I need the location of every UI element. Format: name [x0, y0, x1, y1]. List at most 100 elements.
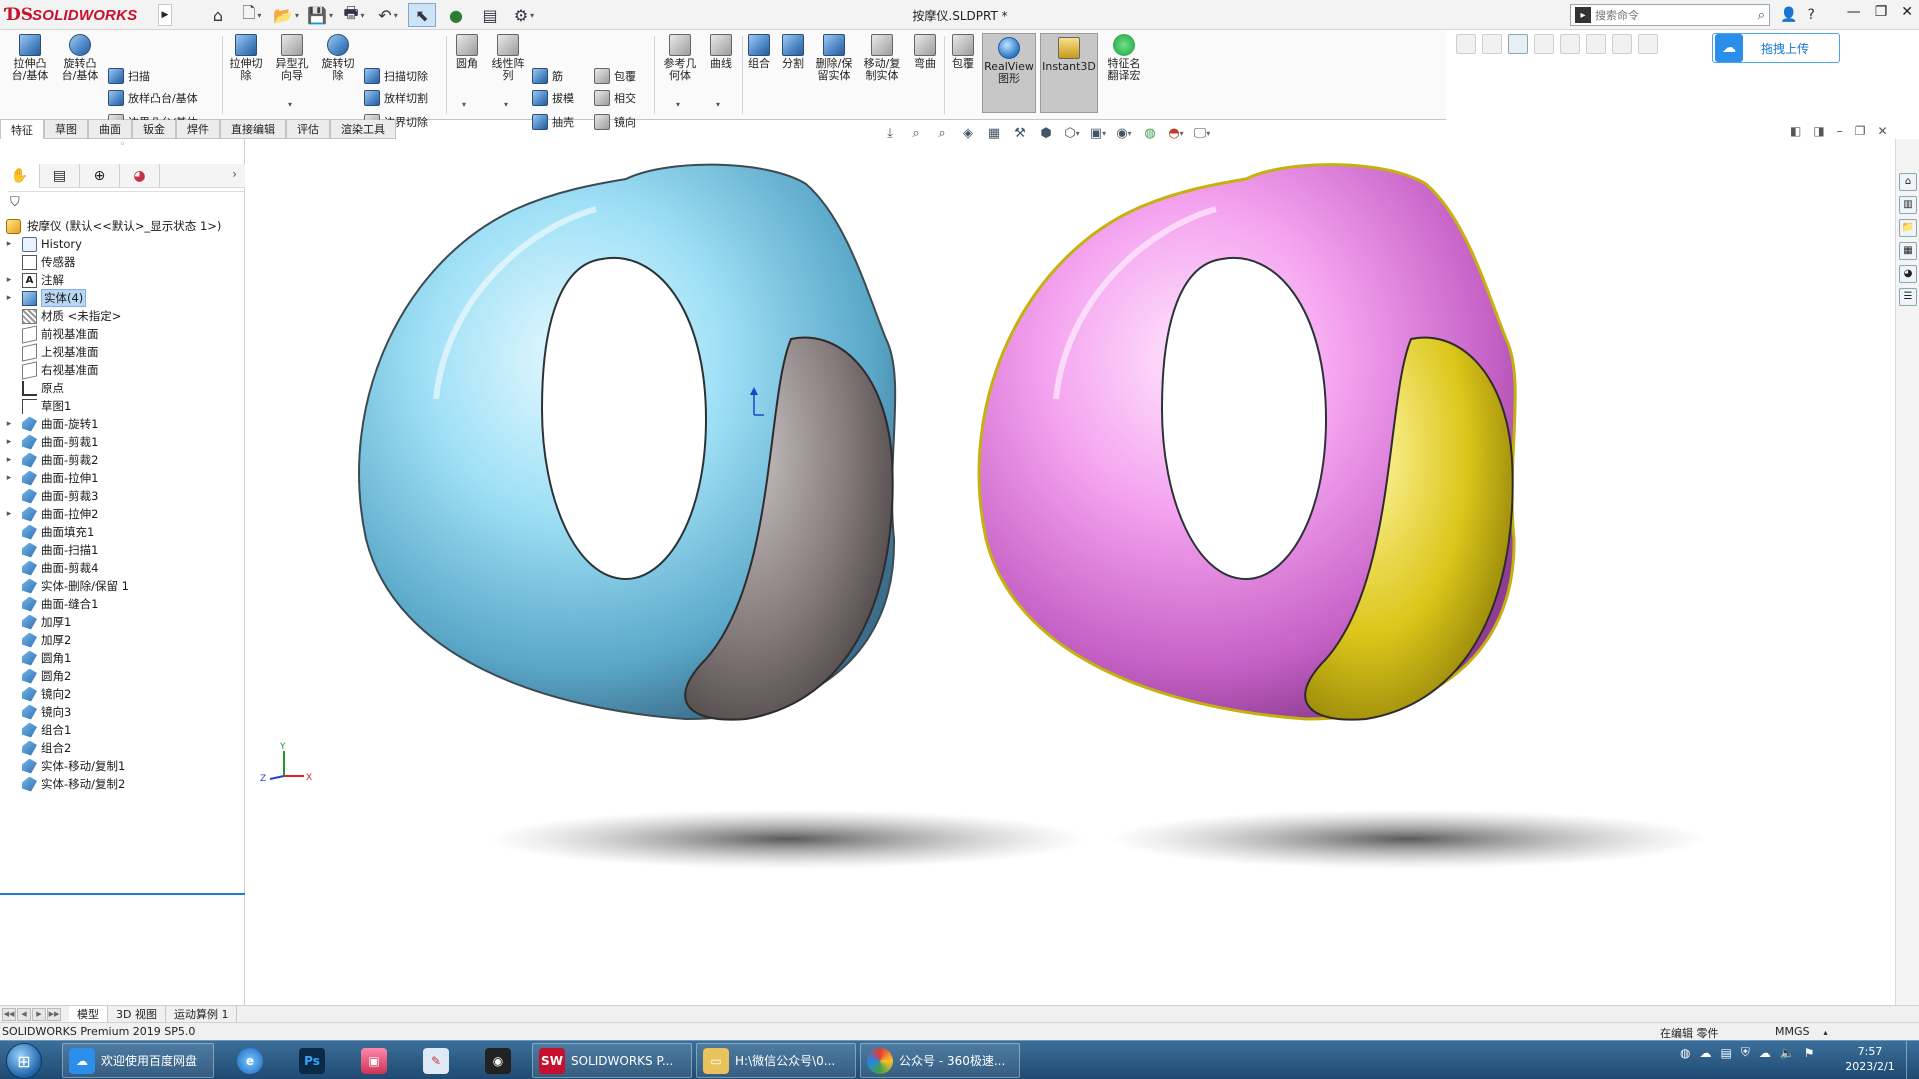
options-gear-icon[interactable]: ⚙ ▾	[510, 3, 538, 27]
revolve-boss-button[interactable]: 旋转凸 台/基体	[58, 34, 102, 82]
chevron-down-icon[interactable]: ▾	[504, 100, 508, 109]
configuration-manager-tab-icon[interactable]: ⊕	[80, 163, 120, 188]
display-manager-tab-icon[interactable]: ◕	[120, 163, 160, 188]
panel-grip[interactable]: ◦	[0, 139, 245, 157]
reference-geometry-button[interactable]: 参考几 何体	[658, 34, 702, 82]
help-icon[interactable]: ?	[1807, 7, 1814, 23]
monitor-icon[interactable]: 🖵 ▾	[1192, 124, 1212, 142]
view-palette-icon[interactable]: ▦	[1899, 242, 1917, 260]
tray-security-icon[interactable]: ⛨	[1741, 1045, 1750, 1060]
tab-model[interactable]: 模型	[69, 1005, 108, 1023]
collapse-right-icon[interactable]: ◨	[1813, 124, 1824, 138]
save-icon[interactable]: 💾 ▾	[306, 3, 334, 27]
intersect-button[interactable]: 相交	[594, 88, 636, 108]
menu-expand-arrow-icon[interactable]: ▶	[158, 4, 172, 26]
tab-direct-editing[interactable]: 直接编辑	[220, 120, 286, 139]
screen-recorder-icon[interactable]: ◉	[470, 1043, 526, 1078]
expand-arrow-icon[interactable]: ▸	[4, 437, 14, 447]
viewport-close-icon[interactable]: ✕	[1877, 124, 1887, 138]
prev-tab-icon[interactable]: ◀	[17, 1007, 31, 1021]
file-properties-icon[interactable]: ▤	[476, 3, 504, 27]
rebuild-icon[interactable]: ●	[442, 3, 470, 27]
photoshop-icon[interactable]: Ps	[284, 1043, 340, 1078]
realview-button[interactable]: RealView 图形	[982, 33, 1036, 113]
filter-icon[interactable]: ⛉	[10, 195, 20, 210]
shell-button[interactable]: 抽壳	[532, 112, 574, 132]
open-icon[interactable]: 📂 ▾	[272, 3, 300, 27]
close-icon[interactable]: ✕	[1901, 4, 1913, 20]
massager-body-pink[interactable]	[977, 163, 1517, 721]
swept-cut-button[interactable]: 扫描切除	[364, 66, 428, 86]
sweep-button[interactable]: 扫描	[108, 66, 150, 86]
units-selector[interactable]: MMGS ▴	[1775, 1025, 1828, 1038]
expand-arrow-icon[interactable]: ▸	[4, 509, 14, 519]
tab-render-tools[interactable]: 渲染工具	[330, 120, 396, 139]
solidworks-resources-icon[interactable]: ⌂	[1899, 173, 1917, 191]
flex-button[interactable]: 弯曲	[910, 34, 940, 70]
tab-surfaces[interactable]: 曲面	[88, 120, 132, 139]
extrude-cut-button[interactable]: 拉伸切 除	[226, 34, 266, 82]
minimize-icon[interactable]: —	[1847, 4, 1861, 20]
collapse-left-icon[interactable]: ◧	[1790, 124, 1801, 138]
undo-icon[interactable]: ↶ ▾	[374, 3, 402, 27]
revolve-cut-button[interactable]: 旋转切 除	[318, 34, 358, 82]
loft-button[interactable]: 放样凸台/基体	[108, 88, 198, 108]
wrap-button[interactable]: 包覆	[948, 34, 978, 70]
taskbar-item-baidu[interactable]: ☁ 欢迎使用百度网盘	[62, 1043, 214, 1078]
custom-properties-icon[interactable]: ☰	[1899, 288, 1917, 306]
curves-button[interactable]: 曲线	[704, 34, 738, 70]
expand-arrow-icon[interactable]: ▸	[4, 455, 14, 465]
feature-manager-tab-icon[interactable]: ✋	[0, 163, 40, 188]
tab-3d-views[interactable]: 3D 视图	[108, 1005, 166, 1023]
hole-wizard-button[interactable]: 异型孔 向导	[270, 34, 314, 82]
chevron-down-icon[interactable]: ▾	[676, 100, 680, 109]
design-library-icon[interactable]: ▥	[1899, 196, 1917, 214]
tray-app-icon[interactable]: ☁	[1699, 1046, 1711, 1060]
translate-macro-button[interactable]: 特征名 翻译宏	[1102, 34, 1146, 82]
chevron-down-icon[interactable]: ▾	[462, 100, 466, 109]
expand-arrow-icon[interactable]: ▸	[4, 473, 14, 483]
tab-motion-study[interactable]: 运动算例 1	[166, 1005, 238, 1023]
solidworks-logo[interactable]: ƊS SOLIDWORKS	[6, 3, 156, 27]
render-tools-icon[interactable]: ◓ ▾	[1166, 124, 1186, 142]
section-view-icon[interactable]: ◈	[958, 124, 978, 142]
tab-evaluate[interactable]: 评估	[286, 120, 330, 139]
tab-sheet-metal[interactable]: 钣金	[132, 120, 176, 139]
expand-arrow-icon[interactable]: ▸	[4, 239, 14, 249]
view-settings-icon[interactable]: ◍	[1140, 124, 1160, 142]
home-icon[interactable]: ⌂	[204, 3, 232, 27]
move-copy-body-button[interactable]: 移动/复 制实体	[860, 34, 904, 82]
rings-model-view[interactable]: Y X Z	[246, 139, 1895, 1005]
print-icon[interactable]: 🖶 ▾	[340, 3, 368, 27]
tab-features[interactable]: 特征	[0, 120, 44, 139]
taskbar-item-solidworks[interactable]: SW SOLIDWORKS P...	[532, 1043, 692, 1078]
combine-button[interactable]: 组合	[744, 34, 774, 70]
new-document-icon[interactable]: 🗋 ▾	[238, 3, 266, 27]
search-icon[interactable]: ⌕	[1758, 8, 1765, 23]
display-style-icon[interactable]: ⬢	[1036, 124, 1056, 142]
file-explorer-icon[interactable]: 📁	[1899, 219, 1917, 237]
property-manager-tab-icon[interactable]: ▤	[40, 163, 80, 188]
dynamic-annotation-icon[interactable]: ▦	[984, 124, 1004, 142]
fillet-button[interactable]: 圆角	[450, 34, 484, 70]
extrude-boss-button[interactable]: 拉伸凸 台/基体	[8, 34, 52, 82]
rib-button[interactable]: 筋	[532, 66, 563, 86]
tray-network-icon[interactable]: ☁	[1759, 1046, 1771, 1060]
draft-button[interactable]: 拔模	[532, 88, 574, 108]
last-tab-icon[interactable]: ▶▶	[47, 1007, 61, 1021]
view-orientation-icon[interactable]: ⚒	[1010, 124, 1030, 142]
appearances-icon[interactable]: ◕	[1899, 265, 1917, 283]
chevron-down-icon[interactable]: ▾	[288, 100, 292, 109]
chevron-right-icon[interactable]: ›	[232, 167, 237, 181]
expand-arrow-icon[interactable]: ▸	[4, 293, 14, 303]
apply-scene-icon[interactable]: ◉ ▾	[1114, 124, 1134, 142]
previous-view-icon[interactable]: ⌕	[932, 124, 952, 142]
graphics-area[interactable]: Y X Z	[246, 139, 1895, 1005]
paint-tool-icon[interactable]: ✎	[408, 1043, 464, 1078]
command-search[interactable]: ▸ ⌕	[1570, 4, 1770, 26]
zoom-to-fit-icon[interactable]: ⤓	[880, 124, 900, 142]
select-pointer-icon[interactable]: ⬉	[408, 3, 436, 27]
drag-upload-button[interactable]: ☁ 拖拽上传	[1712, 33, 1840, 63]
clock[interactable]: 7:57 2023/2/1	[1840, 1044, 1900, 1074]
hide-show-items-icon[interactable]: ⬡ ▾	[1062, 124, 1082, 142]
